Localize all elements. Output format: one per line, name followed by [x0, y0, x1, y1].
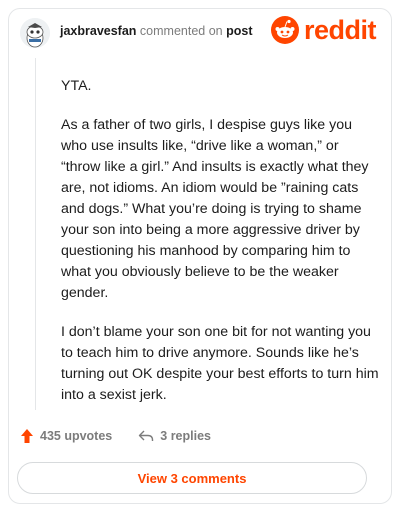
reddit-logo-icon	[270, 16, 299, 44]
action-text: commented on	[139, 24, 223, 38]
comment-paragraph: As a father of two girls, I despise guys…	[61, 117, 369, 301]
upvote-button[interactable]: 435 upvotes	[20, 428, 112, 444]
reddit-wordmark: reddit	[303, 14, 377, 45]
upvote-count: 435 upvotes	[40, 429, 113, 443]
view-comments-button[interactable]: View 3 comments	[17, 462, 367, 494]
reply-arrow-icon	[139, 430, 154, 441]
reply-button[interactable]: 3 replies	[138, 429, 211, 443]
avatar[interactable]	[20, 18, 50, 48]
comment-body: YTA. As a father of two girls, I despise…	[61, 76, 381, 424]
snoo-avatar-icon	[20, 18, 50, 48]
thread-line[interactable]	[35, 58, 36, 410]
comment-actions: 435 upvotes 3 replies	[20, 428, 237, 444]
reddit-logo[interactable]: reddit	[270, 14, 377, 45]
comment-header: jaxbravesfan commented on post	[60, 24, 252, 38]
comment-paragraph: YTA.	[61, 78, 92, 94]
reply-count: 3 replies	[160, 429, 211, 443]
post-link[interactable]: post	[226, 24, 252, 38]
upvote-arrow-icon	[21, 429, 33, 443]
comment-paragraph: I don’t blame your son one bit for not w…	[61, 324, 379, 403]
username-link[interactable]: jaxbravesfan	[60, 24, 136, 38]
